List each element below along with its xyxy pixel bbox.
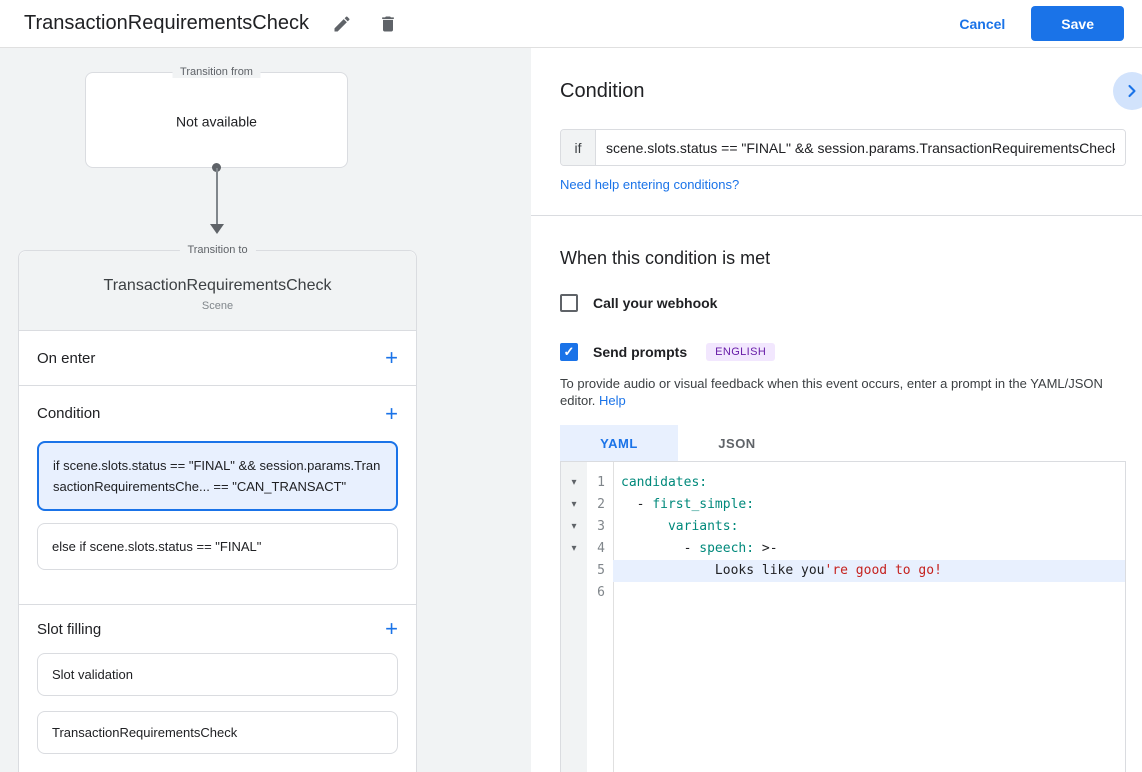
line-number: 3	[587, 516, 613, 538]
code-token: 're good to go!	[825, 563, 942, 578]
slot-card-requirements-check[interactable]: TransactionRequirementsCheck	[37, 711, 398, 754]
webhook-row: Call your webhook	[560, 294, 717, 312]
editor-line: ▾1 candidates:	[561, 472, 1125, 494]
add-slot-icon[interactable]: +	[385, 618, 398, 640]
editor-line: 6	[561, 582, 1125, 604]
editor-line: 5 Looks like you're good to go!	[561, 560, 1125, 582]
slot-filling-section: Slot filling + Slot validation Transacti…	[19, 605, 416, 754]
line-number: 5	[587, 560, 613, 582]
transition-to-label: Transition to	[179, 244, 255, 256]
add-on-enter-icon[interactable]: +	[385, 347, 398, 369]
code-editor[interactable]: ▾1candidates:▾2 - first_simple:▾3 varian…	[560, 461, 1126, 772]
code-line-text[interactable]: Looks like you're good to go!	[613, 560, 1125, 582]
prompt-description-text: To provide audio or visual feedback when…	[560, 376, 1103, 408]
code-token: >-	[754, 541, 777, 556]
code-line-text[interactable]: - first_simple:	[613, 494, 1125, 516]
condition-card[interactable]: else if scene.slots.status == "FINAL"	[37, 523, 398, 570]
flow-panel: Transition from Not available Transition…	[0, 48, 531, 772]
code-token: first_simple:	[652, 497, 754, 512]
app-root: TransactionRequirementsCheck Cancel Save…	[0, 0, 1142, 772]
add-condition-icon[interactable]: +	[385, 403, 398, 425]
editor-line: ▾3 variants:	[561, 516, 1125, 538]
help-link[interactable]: Help	[599, 393, 626, 408]
webhook-checkbox[interactable]	[560, 294, 578, 312]
language-badge: ENGLISH	[706, 343, 775, 361]
fold-spacer	[561, 560, 587, 582]
editor-lines: ▾1candidates:▾2 - first_simple:▾3 varian…	[561, 462, 1125, 604]
transition-from-box[interactable]: Transition from Not available	[85, 72, 348, 168]
code-line-text[interactable]: candidates:	[613, 472, 1125, 494]
panel-divider	[531, 215, 1142, 216]
code-token	[621, 519, 668, 534]
code-token: speech:	[699, 541, 754, 556]
header-actions: Cancel Save	[959, 6, 1124, 41]
condition-card-selected[interactable]: if scene.slots.status == "FINAL" && sess…	[37, 441, 398, 511]
editor-tabs: YAML JSON	[560, 425, 796, 461]
transition-from-label: Transition from	[172, 66, 261, 78]
prompt-description: To provide audio or visual feedback when…	[560, 375, 1135, 409]
when-condition-met-title: When this condition is met	[560, 248, 770, 269]
line-number: 4	[587, 538, 613, 560]
delete-button[interactable]	[375, 11, 401, 37]
line-number: 1	[587, 472, 613, 494]
code-line-text[interactable]: variants:	[613, 516, 1125, 538]
condition-section: Condition + if scene.slots.status == "FI…	[19, 386, 416, 605]
send-prompts-checkbox[interactable]: ✓	[560, 343, 578, 361]
tab-json[interactable]: JSON	[678, 425, 796, 461]
header-title-group: TransactionRequirementsCheck	[24, 11, 401, 37]
header: TransactionRequirementsCheck Cancel Save	[0, 0, 1142, 48]
slot-filling-label: Slot filling	[37, 621, 101, 638]
send-prompts-row: ✓ Send prompts ENGLISH	[560, 343, 775, 361]
on-enter-label: On enter	[37, 350, 95, 367]
send-prompts-label: Send prompts	[593, 344, 687, 360]
code-token: -	[621, 541, 699, 556]
edit-button[interactable]	[329, 11, 355, 37]
fold-spacer	[561, 582, 587, 604]
scene-header[interactable]: TransactionRequirementsCheck Scene	[19, 251, 416, 331]
editor-line: ▾4 - speech: >-	[561, 538, 1125, 560]
scene-card: Transition to TransactionRequirementsChe…	[18, 250, 417, 772]
cancel-button[interactable]: Cancel	[959, 16, 1005, 32]
tab-yaml[interactable]: YAML	[560, 425, 678, 461]
condition-expression-row: if	[560, 129, 1126, 166]
code-line-text[interactable]: - speech: >-	[613, 538, 1125, 560]
fold-icon[interactable]: ▾	[561, 516, 587, 538]
condition-label: Condition	[37, 405, 100, 422]
pencil-icon	[332, 14, 352, 34]
slot-filling-section-header: Slot filling +	[19, 605, 416, 653]
condition-panel: Condition if Need help entering conditio…	[531, 48, 1142, 772]
code-token: candidates:	[621, 475, 707, 490]
slot-card-validation[interactable]: Slot validation	[37, 653, 398, 696]
fold-icon[interactable]: ▾	[561, 538, 587, 560]
webhook-label: Call your webhook	[593, 295, 717, 311]
scene-type: Scene	[202, 300, 233, 312]
code-token: variants:	[668, 519, 738, 534]
chevron-right-icon	[1122, 81, 1142, 101]
on-enter-section[interactable]: On enter +	[19, 331, 416, 386]
scene-name: TransactionRequirementsCheck	[104, 277, 332, 295]
connector-line	[216, 168, 218, 226]
line-number: 6	[587, 582, 613, 604]
code-token: Looks like you	[621, 563, 825, 578]
fold-icon[interactable]: ▾	[561, 472, 587, 494]
condition-section-header: Condition +	[19, 386, 416, 441]
save-button[interactable]: Save	[1031, 6, 1124, 41]
editor-line: ▾2 - first_simple:	[561, 494, 1125, 516]
code-line-text[interactable]	[613, 582, 1125, 604]
condition-panel-title: Condition	[560, 80, 645, 103]
fold-icon[interactable]: ▾	[561, 494, 587, 516]
code-token: -	[621, 497, 652, 512]
condition-help-link[interactable]: Need help entering conditions?	[560, 177, 739, 192]
connector-arrow-icon	[210, 224, 224, 234]
page-title: TransactionRequirementsCheck	[24, 12, 309, 35]
line-number: 2	[587, 494, 613, 516]
transition-from-value: Not available	[86, 114, 347, 130]
condition-expression-input[interactable]	[596, 130, 1125, 165]
if-label: if	[561, 130, 596, 165]
trash-icon	[378, 14, 398, 34]
collapse-panel-button[interactable]	[1113, 72, 1142, 110]
